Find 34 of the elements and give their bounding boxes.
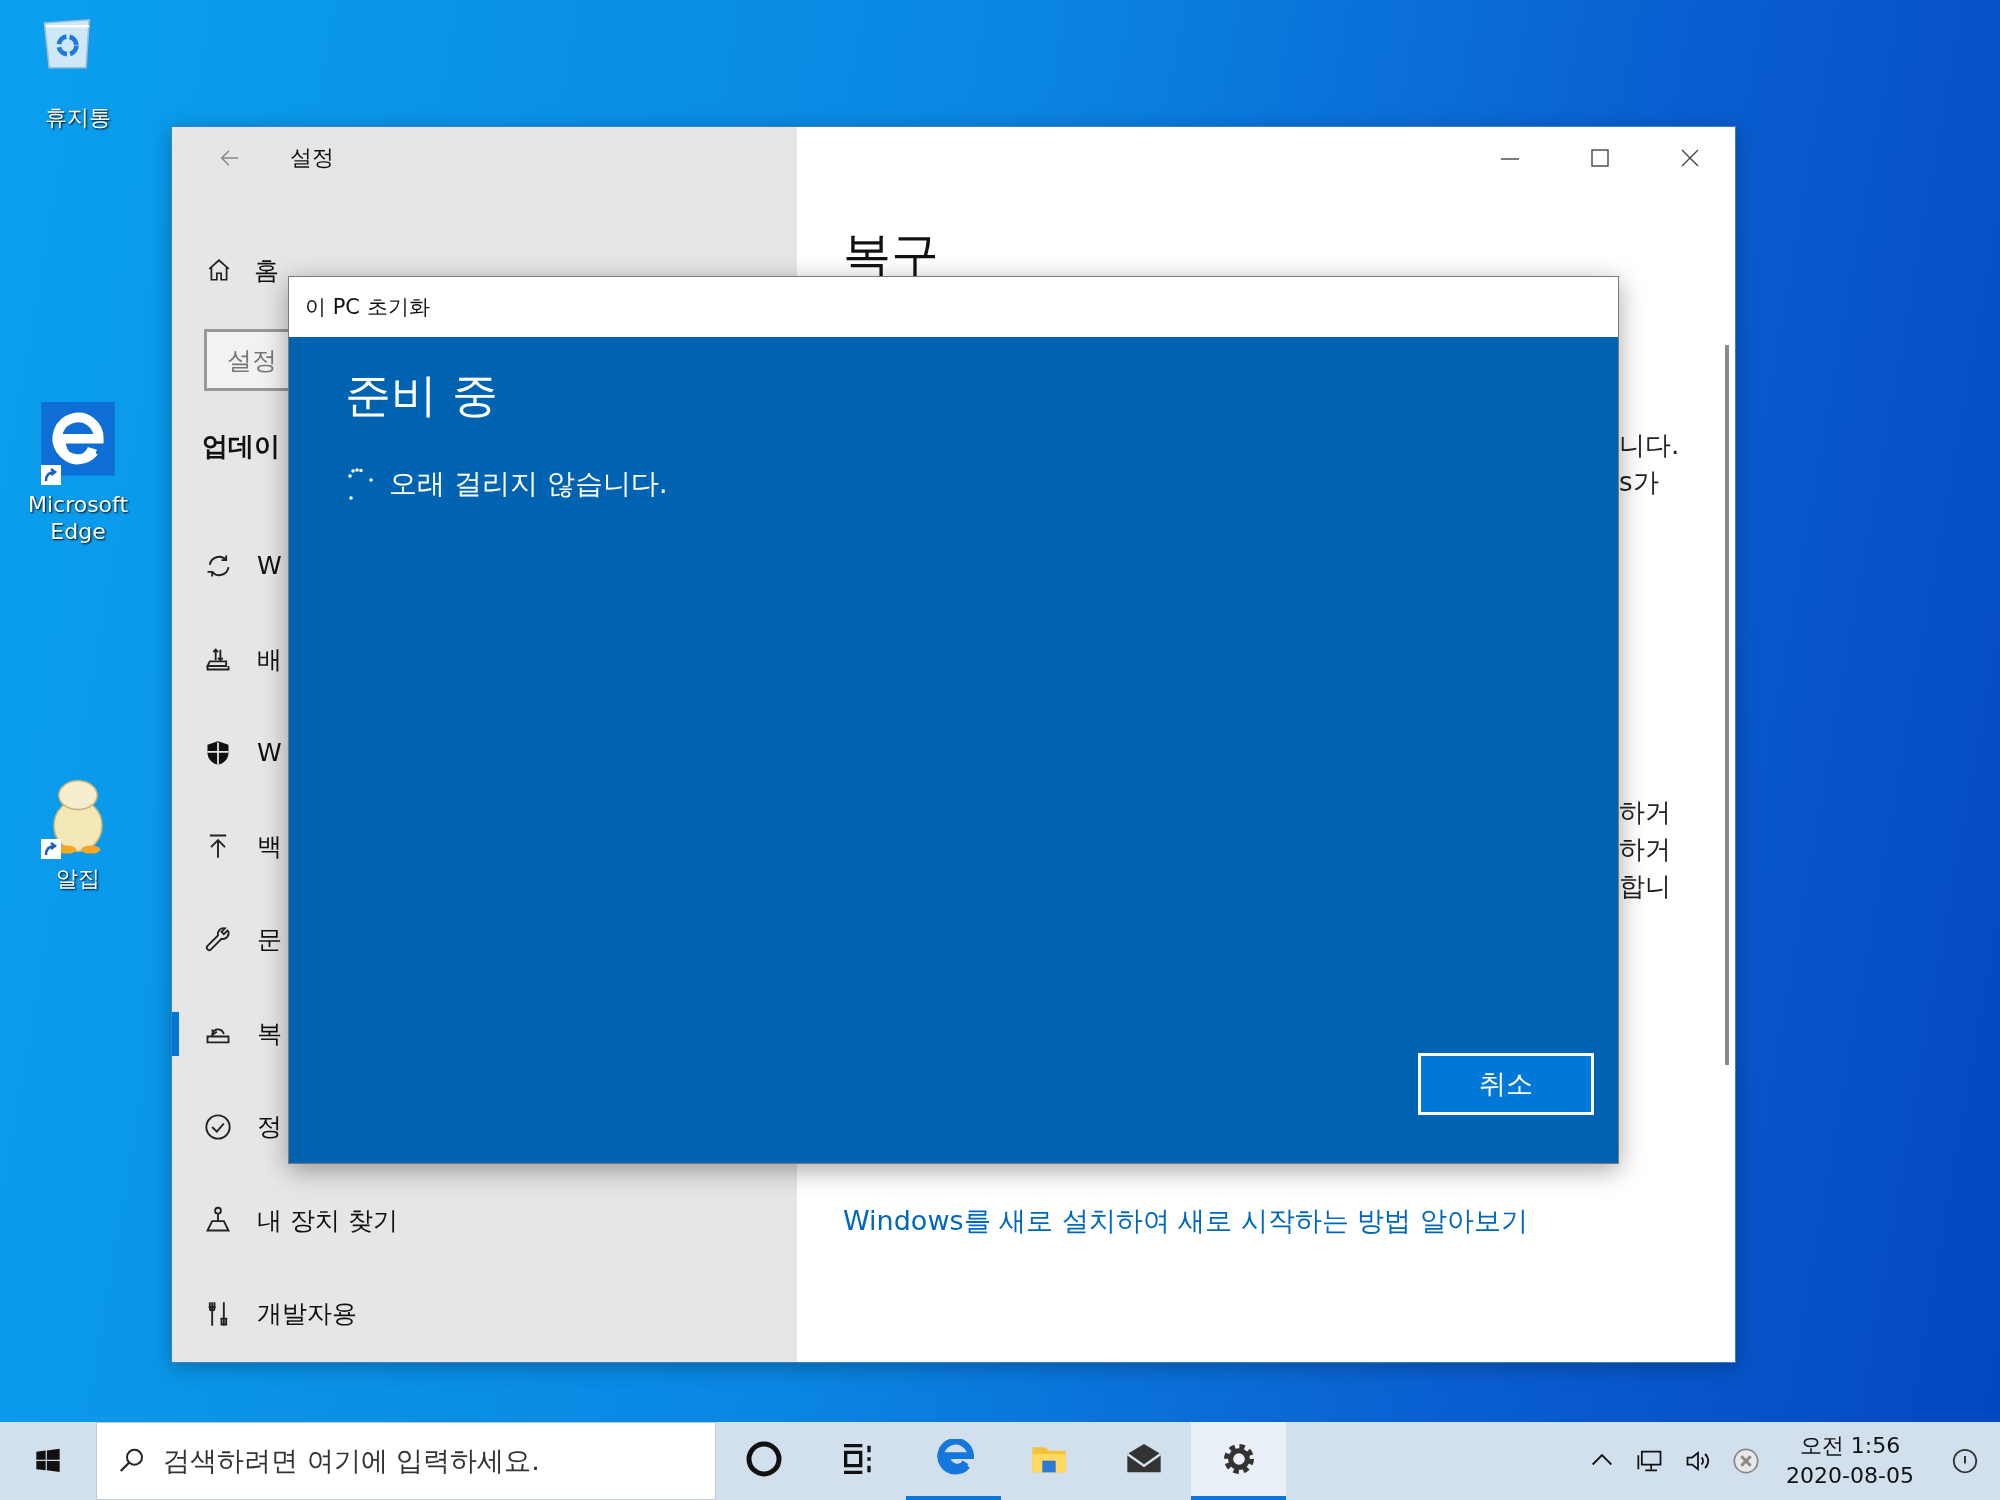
taskbar-button[interactable] xyxy=(1191,1422,1286,1500)
paragraph-text: 하거 xyxy=(1619,833,1672,866)
nav-item[interactable]: W xyxy=(172,706,282,800)
notification-icon[interactable] xyxy=(1950,1446,1980,1476)
check-circle-icon xyxy=(204,1112,232,1141)
windows-logo-icon[interactable] xyxy=(34,1447,62,1475)
paragraph-text: s가 xyxy=(1619,466,1660,499)
nav-item[interactable]: 문 xyxy=(172,893,282,987)
wrench-icon xyxy=(204,925,232,954)
nav-item[interactable]: 배 xyxy=(172,612,282,706)
nav-item[interactable]: W xyxy=(172,519,282,613)
nav-item[interactable]: 개발자용 xyxy=(172,1267,357,1361)
nav-item[interactable]: 내 장치 찾기 xyxy=(172,1173,398,1267)
nav-item[interactable]: 복 xyxy=(172,986,282,1080)
learn-more-link[interactable]: Windows를 새로 설치하여 새로 시작하는 방법 알아보기 xyxy=(843,1203,1529,1239)
paragraph-text: 합니 xyxy=(1619,870,1672,903)
nav-item[interactable]: 백 xyxy=(172,799,282,893)
home-icon xyxy=(206,257,232,283)
cancel-button[interactable]: 취소 xyxy=(1418,1053,1594,1115)
taskbar-search-field[interactable]: 검색하려면 여기에 입력하세요. xyxy=(96,1422,716,1500)
nav-item[interactable]: 정 xyxy=(172,1080,282,1174)
paragraph-text: 하거 xyxy=(1619,796,1672,829)
section-heading: 업데이 xyxy=(202,430,280,463)
window-title: 설정 xyxy=(290,144,334,172)
back-arrow-icon[interactable] xyxy=(218,147,240,169)
clock[interactable]: 오전 1:56 2020-08-05 xyxy=(1770,1422,1930,1500)
scrollbar[interactable] xyxy=(1725,345,1729,1065)
error-circle-icon[interactable] xyxy=(1732,1447,1760,1475)
dialog-heading: 준비 중 xyxy=(345,367,499,424)
status-text: 오래 걸리지 않습니다. xyxy=(389,466,668,502)
dialog-title: 이 PC 초기화 xyxy=(305,294,430,321)
page-heading: 복구 xyxy=(843,225,940,284)
paragraph-text: 니다. xyxy=(1619,429,1681,462)
loading-spinner-icon xyxy=(345,467,375,501)
